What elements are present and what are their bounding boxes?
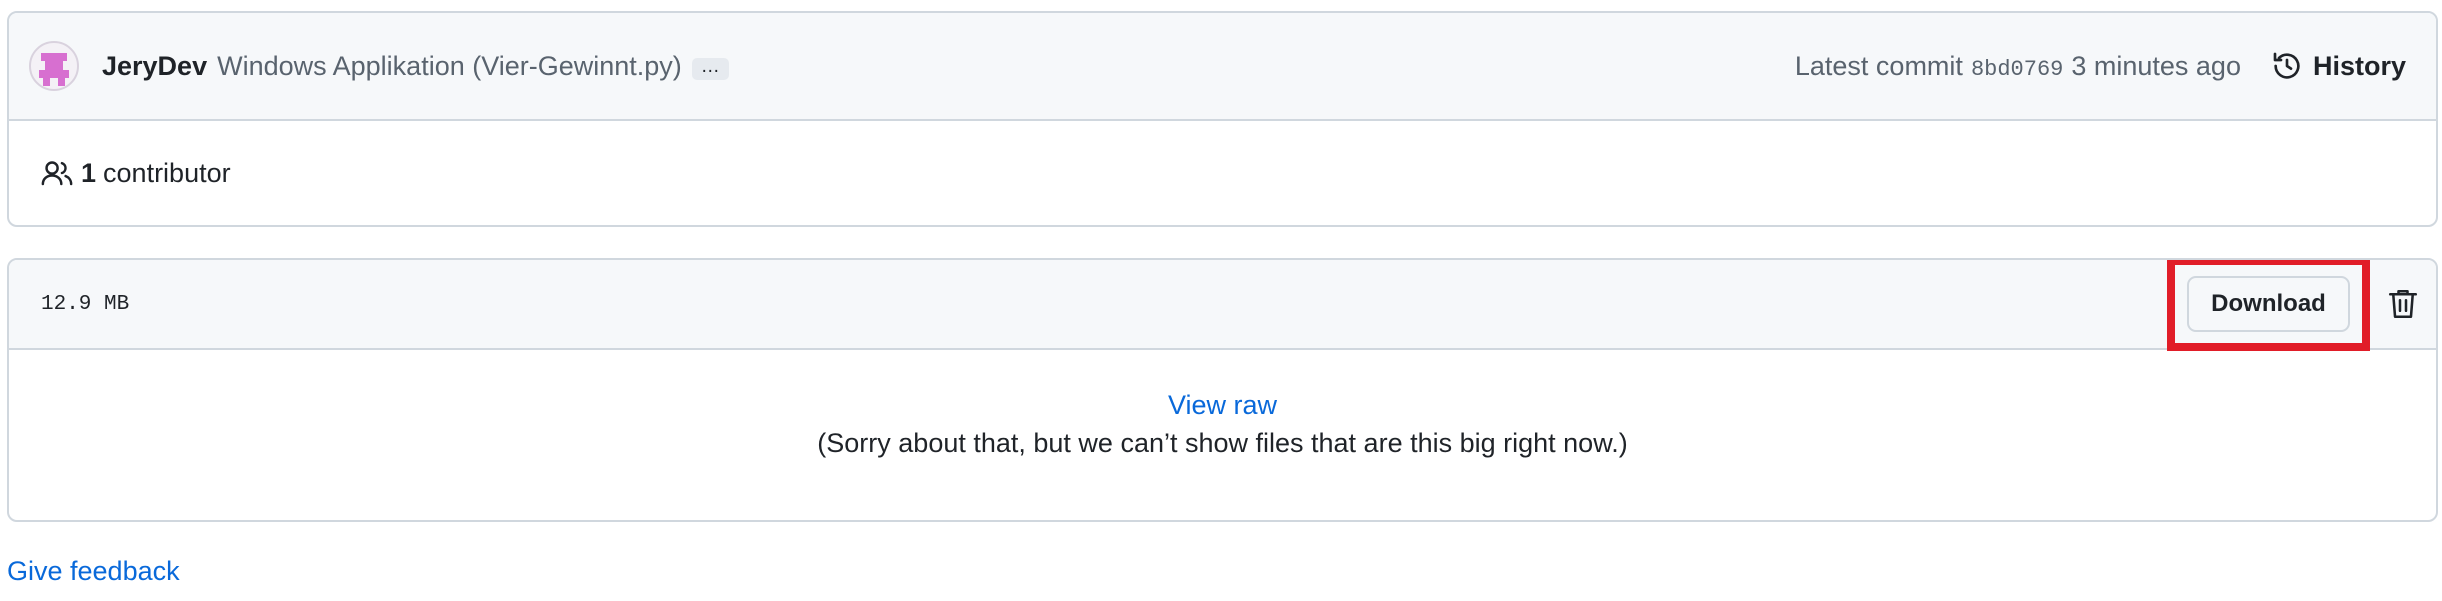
history-button[interactable]: History (2271, 50, 2406, 82)
file-header: 12.9 MB Download (9, 260, 2436, 351)
view-raw-link[interactable]: View raw (1168, 386, 1277, 424)
file-body: View raw (Sorry about that, but we can’t… (9, 350, 2436, 518)
commit-author-link[interactable]: JeryDev (102, 51, 207, 82)
commit-message-link[interactable]: Windows Applikation (Vier-Gewinnt.py) (217, 51, 682, 82)
history-label: History (2312, 50, 2406, 81)
give-feedback-link[interactable]: Give feedback (7, 556, 180, 587)
download-highlight: Download (2167, 260, 2370, 351)
file-size: 12.9 MB (41, 292, 130, 316)
delete-file-button[interactable] (2388, 287, 2418, 321)
trash-icon (2388, 289, 2418, 319)
people-icon (41, 161, 73, 186)
commit-header: JeryDev Windows Applikation (Vier-Gewinn… (9, 13, 2436, 121)
commit-sha-link[interactable]: 8bd0769 (1971, 57, 2063, 82)
commit-time: 3 minutes ago (2071, 50, 2241, 81)
contributor-count: 1 (81, 157, 97, 188)
latest-commit-label: Latest commit (1794, 50, 1963, 81)
contributors-row[interactable]: 1 contributor (9, 121, 2436, 225)
history-icon (2273, 52, 2300, 79)
commit-box: JeryDev Windows Applikation (Vier-Gewinn… (7, 11, 2438, 227)
file-too-big-message: (Sorry about that, but we can’t show fil… (817, 428, 1628, 458)
file-box: 12.9 MB Download View raw (Sorry about t… (7, 258, 2438, 522)
contributor-label: contributor (103, 157, 231, 188)
latest-commit: Latest commit 8bd0769 3 minutes ago (1795, 51, 2241, 82)
avatar[interactable] (29, 41, 79, 91)
expand-commit-button[interactable]: … (691, 57, 729, 80)
download-button[interactable]: Download (2187, 276, 2350, 332)
